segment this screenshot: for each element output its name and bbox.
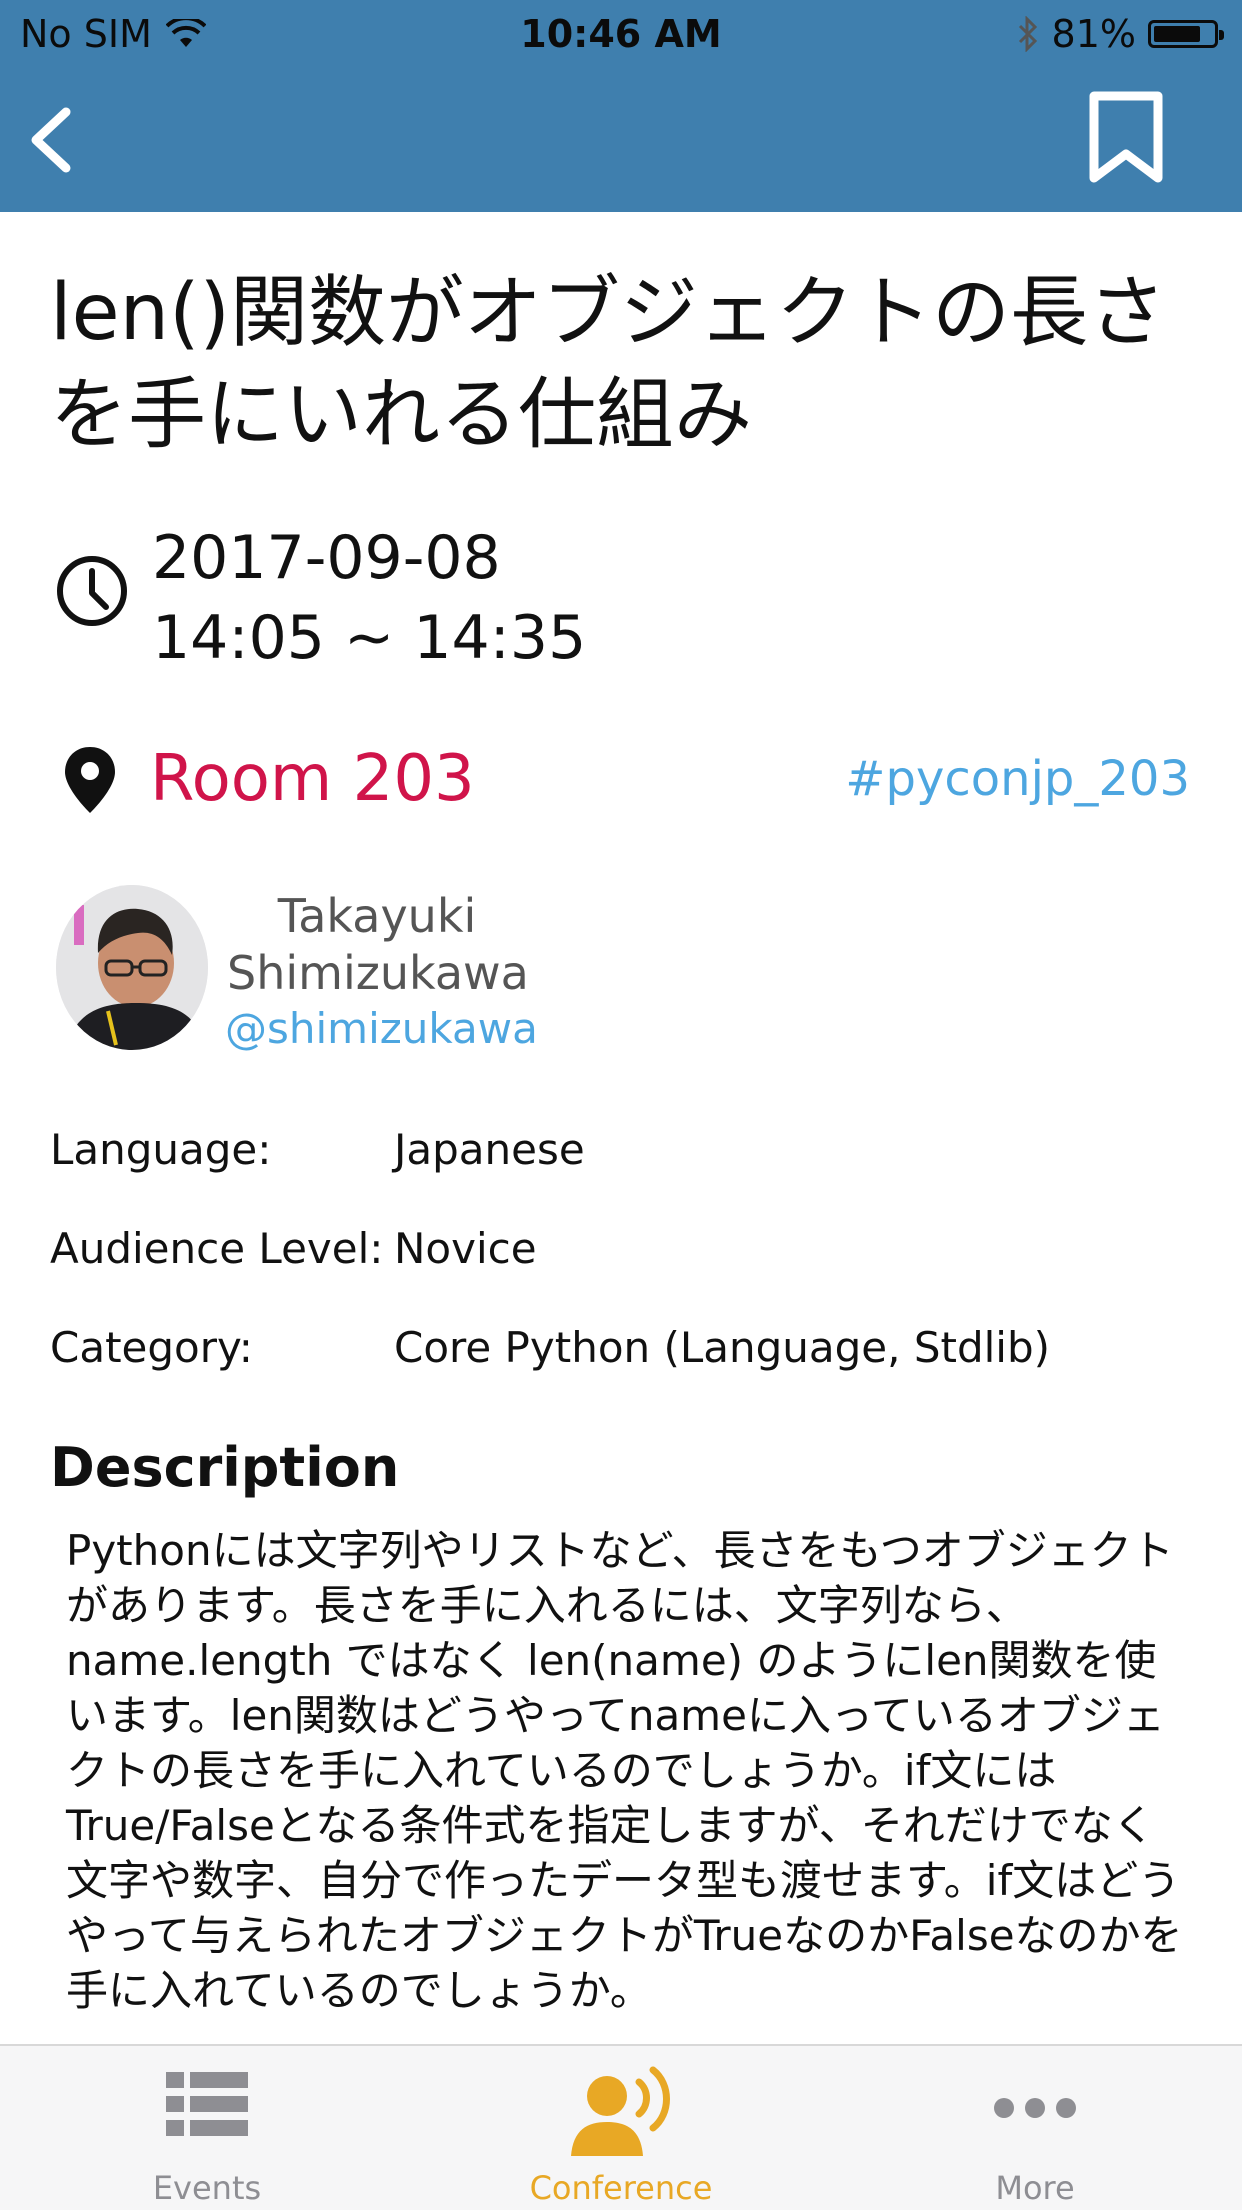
status-bar: No SIM 10:46 AM 81% <box>0 0 1242 66</box>
audience-level-label: Audience Level: <box>50 1224 384 1273</box>
more-icon <box>994 2098 1076 2118</box>
speaker-first-name: Takayuki <box>277 889 477 943</box>
speaker-handle-link[interactable]: @shimizukawa <box>225 1003 538 1055</box>
tab-events[interactable]: Events <box>0 2046 414 2210</box>
battery-icon <box>1148 20 1224 48</box>
category-value: Core Python (Language, Stdlib) <box>394 1323 1051 1372</box>
bluetooth-icon <box>1018 16 1037 52</box>
speaker-photo <box>56 885 208 1050</box>
tab-more-label: More <box>995 2169 1075 2207</box>
room-name[interactable]: Room 203 <box>150 737 475 821</box>
battery-percent: 81% <box>1051 12 1136 56</box>
hashtag-link[interactable]: #pyconjp_203 <box>845 749 1190 809</box>
language-value: Japanese <box>394 1125 585 1174</box>
language-label: Language: <box>50 1125 272 1174</box>
clock-icon <box>57 556 127 626</box>
speaker-last-name: Shimizukawa <box>227 946 529 1000</box>
list-icon <box>166 2072 248 2136</box>
session-title: len()関数がオブジェクトの長さを手にいれる仕組み <box>50 268 1166 460</box>
bookmark-icon[interactable] <box>1088 90 1164 186</box>
session-time: 14:05 ~ 14:35 <box>152 603 587 673</box>
description-text: Pythonには文字列やリストなど、長さをもつオブジェクトがあります。長さを手に… <box>66 1526 1183 2015</box>
tab-conference-label: Conference <box>529 2169 713 2207</box>
status-right: 81% <box>1016 12 1224 56</box>
category-label: Category: <box>50 1323 253 1372</box>
session-date: 2017-09-08 <box>152 523 501 593</box>
location-pin-icon <box>65 747 115 813</box>
navigation-header: No SIM 10:46 AM 81% <box>0 0 1242 212</box>
tab-events-label: Events <box>152 2169 262 2207</box>
tab-bar: Events Conference More <box>0 2044 1242 2210</box>
description-heading: Description <box>50 1436 400 1499</box>
audience-level-value: Novice <box>394 1224 537 1273</box>
tab-conference[interactable]: Conference <box>414 2046 828 2210</box>
speaker-icon <box>571 2066 670 2156</box>
back-button[interactable] <box>22 100 82 180</box>
tab-more[interactable]: More <box>828 2046 1242 2210</box>
speaker-avatar[interactable] <box>56 885 208 1050</box>
